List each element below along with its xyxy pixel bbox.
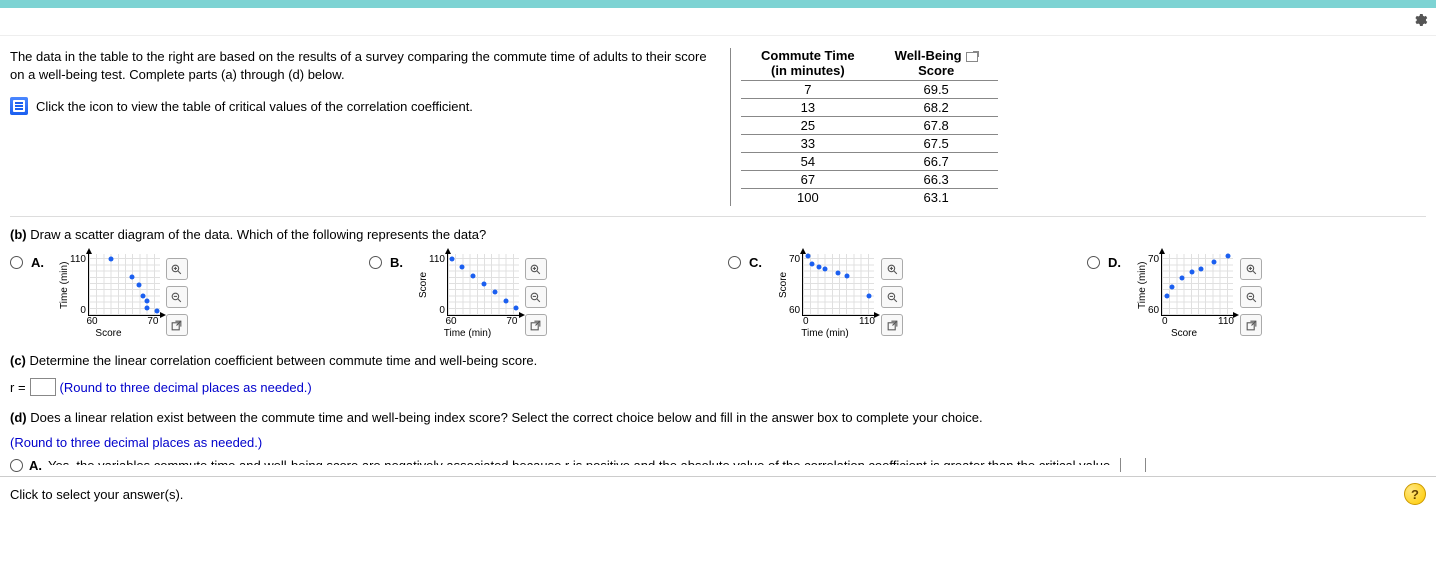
content-area: The data in the table to the right are b… bbox=[0, 36, 1436, 472]
mini-chart: Time (min)70600110Score bbox=[1134, 254, 1234, 339]
data-table-wrap: Commute Time(in minutes) Well-BeingScore… bbox=[730, 48, 998, 206]
radio-option-b[interactable] bbox=[369, 256, 382, 269]
option-label: C. bbox=[749, 255, 767, 270]
radio-option-a[interactable] bbox=[10, 256, 23, 269]
popout-icon[interactable] bbox=[166, 314, 188, 336]
zoom-out-icon[interactable] bbox=[166, 286, 188, 308]
table-row: 10063.1 bbox=[741, 189, 998, 207]
table-row: 769.5 bbox=[741, 81, 998, 99]
table-row: 1368.2 bbox=[741, 99, 998, 117]
zoom-in-icon[interactable] bbox=[881, 258, 903, 280]
part-d-label: (d) Does a linear relation exist between… bbox=[10, 410, 1426, 425]
accent-bar bbox=[0, 0, 1436, 8]
zoom-in-icon[interactable] bbox=[166, 258, 188, 280]
gear-icon[interactable] bbox=[1412, 12, 1428, 31]
popout-icon[interactable] bbox=[966, 52, 978, 62]
zoom-in-icon[interactable] bbox=[1240, 258, 1262, 280]
popout-icon[interactable] bbox=[881, 314, 903, 336]
option-label: B. bbox=[390, 255, 408, 270]
zoom-out-icon[interactable] bbox=[1240, 286, 1262, 308]
option-c[interactable]: C. Score70600110Time (min) bbox=[728, 254, 1067, 339]
data-table: Commute Time(in minutes) Well-BeingScore… bbox=[741, 48, 998, 206]
critical-value-input[interactable] bbox=[1120, 458, 1146, 472]
options-row: A. Time (min)11006070Score B. Score11006070… bbox=[10, 254, 1426, 339]
table-row: 2567.8 bbox=[741, 117, 998, 135]
option-b[interactable]: B. Score11006070Time (min) bbox=[369, 254, 708, 339]
zoom-out-icon[interactable] bbox=[881, 286, 903, 308]
option-label: A. bbox=[31, 255, 49, 270]
opt-a-label: A. bbox=[29, 458, 42, 472]
link-text: Click the icon to view the table of crit… bbox=[36, 99, 473, 114]
popout-icon[interactable] bbox=[1240, 314, 1262, 336]
mini-chart: Score11006070Time (min) bbox=[416, 254, 519, 339]
table-icon bbox=[10, 97, 28, 115]
header-row bbox=[0, 8, 1436, 36]
mini-chart: Time (min)11006070Score bbox=[57, 254, 160, 339]
col1-header: Commute Time(in minutes) bbox=[741, 48, 875, 81]
round-hint: (Round to three decimal places as needed… bbox=[60, 380, 312, 395]
prompt-text: The data in the table to the right are b… bbox=[10, 48, 720, 83]
table-row: 5466.7 bbox=[741, 153, 998, 171]
r-prefix: r = bbox=[10, 380, 26, 395]
top-section: The data in the table to the right are b… bbox=[10, 48, 1426, 217]
option-a-row[interactable]: A. Yes, the variables commute time and w… bbox=[10, 458, 1426, 472]
radio-option-c[interactable] bbox=[728, 256, 741, 269]
zoom-out-icon[interactable] bbox=[525, 286, 547, 308]
radio-d-a[interactable] bbox=[10, 459, 23, 472]
popout-icon[interactable] bbox=[525, 314, 547, 336]
table-row: 3367.5 bbox=[741, 135, 998, 153]
option-d[interactable]: D. Time (min)70600110Score bbox=[1087, 254, 1426, 339]
part-c-label: (c) Determine the linear correlation coe… bbox=[10, 353, 1426, 368]
table-row: 6766.3 bbox=[741, 171, 998, 189]
zoom-in-icon[interactable] bbox=[525, 258, 547, 280]
option-label: D. bbox=[1108, 255, 1126, 270]
footer-text: Click to select your answer(s). bbox=[10, 487, 183, 502]
critical-values-link[interactable]: Click the icon to view the table of crit… bbox=[10, 97, 720, 115]
r-input-row: r = (Round to three decimal places as ne… bbox=[10, 378, 1426, 396]
radio-option-d[interactable] bbox=[1087, 256, 1100, 269]
footer-bar: Click to select your answer(s). ? bbox=[0, 476, 1436, 511]
option-a[interactable]: A. Time (min)11006070Score bbox=[10, 254, 349, 339]
prompt-column: The data in the table to the right are b… bbox=[10, 48, 720, 206]
col2-header: Well-BeingScore bbox=[875, 48, 998, 81]
part-b-label: (b) Draw a scatter diagram of the data. … bbox=[10, 227, 1426, 242]
help-button[interactable]: ? bbox=[1404, 483, 1426, 505]
r-input[interactable] bbox=[30, 378, 56, 396]
mini-chart: Score70600110Time (min) bbox=[775, 254, 875, 339]
part-d-hint: (Round to three decimal places as needed… bbox=[10, 435, 1426, 450]
opt-a-text: Yes, the variables commute time and well… bbox=[48, 458, 1114, 472]
